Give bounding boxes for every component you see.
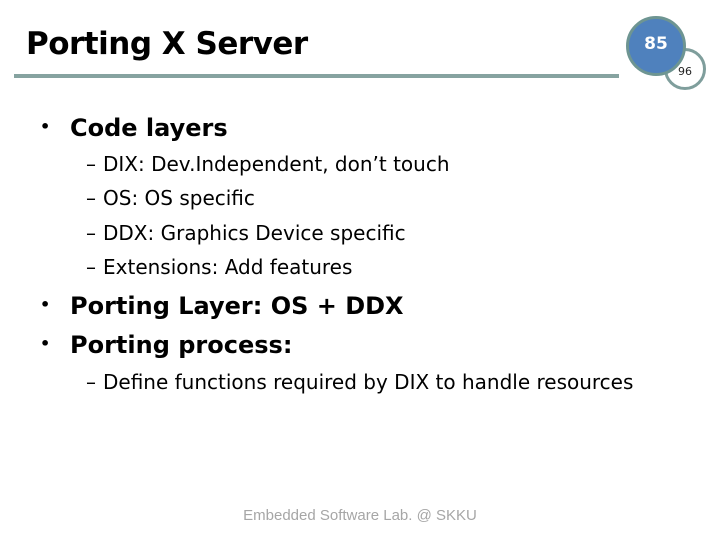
- bullet-marker: •: [40, 116, 51, 136]
- dash-marker: –: [86, 221, 96, 245]
- dash-marker: –: [86, 186, 96, 210]
- sub-bullet-text: Define functions required by DIX to hand…: [103, 370, 634, 394]
- dash-marker: –: [86, 370, 96, 394]
- bullet-marker: •: [40, 294, 51, 314]
- page-number-badge: 85: [626, 16, 686, 76]
- slide-title: Porting X Server: [26, 26, 308, 62]
- slide-footer: Embedded Software Lab. @ SKKU: [243, 507, 477, 524]
- sub-bullet-text: Extensions: Add features: [103, 255, 353, 279]
- bullet-text: Code layers: [70, 114, 228, 142]
- sub-bullet-text: OS: OS specific: [103, 186, 255, 210]
- page-number: 85: [644, 34, 668, 54]
- bullet-porting-layer: • Porting Layer: OS + DDX: [40, 292, 404, 320]
- sub-bullet-dix: – DIX: Dev.Independent, don’t touch: [86, 152, 450, 176]
- sub-bullet-extensions: – Extensions: Add features: [86, 255, 352, 279]
- bullet-marker: •: [40, 333, 51, 353]
- dash-marker: –: [86, 152, 96, 176]
- sub-bullet-os: – OS: OS specific: [86, 186, 255, 210]
- bullet-code-layers: • Code layers: [40, 114, 228, 142]
- title-divider: [14, 74, 619, 78]
- sub-bullet-text: DDX: Graphics Device specific: [103, 221, 406, 245]
- sub-bullet-ddx: – DDX: Graphics Device specific: [86, 221, 406, 245]
- dash-marker: –: [86, 255, 96, 279]
- sub-bullet-text: DIX: Dev.Independent, don’t touch: [103, 152, 450, 176]
- bullet-text: Porting process:: [70, 331, 293, 359]
- bullet-porting-process: • Porting process:: [40, 331, 292, 359]
- sub-bullet-define-functions: – Define functions required by DIX to han…: [86, 370, 633, 394]
- bullet-text: Porting Layer: OS + DDX: [70, 292, 404, 320]
